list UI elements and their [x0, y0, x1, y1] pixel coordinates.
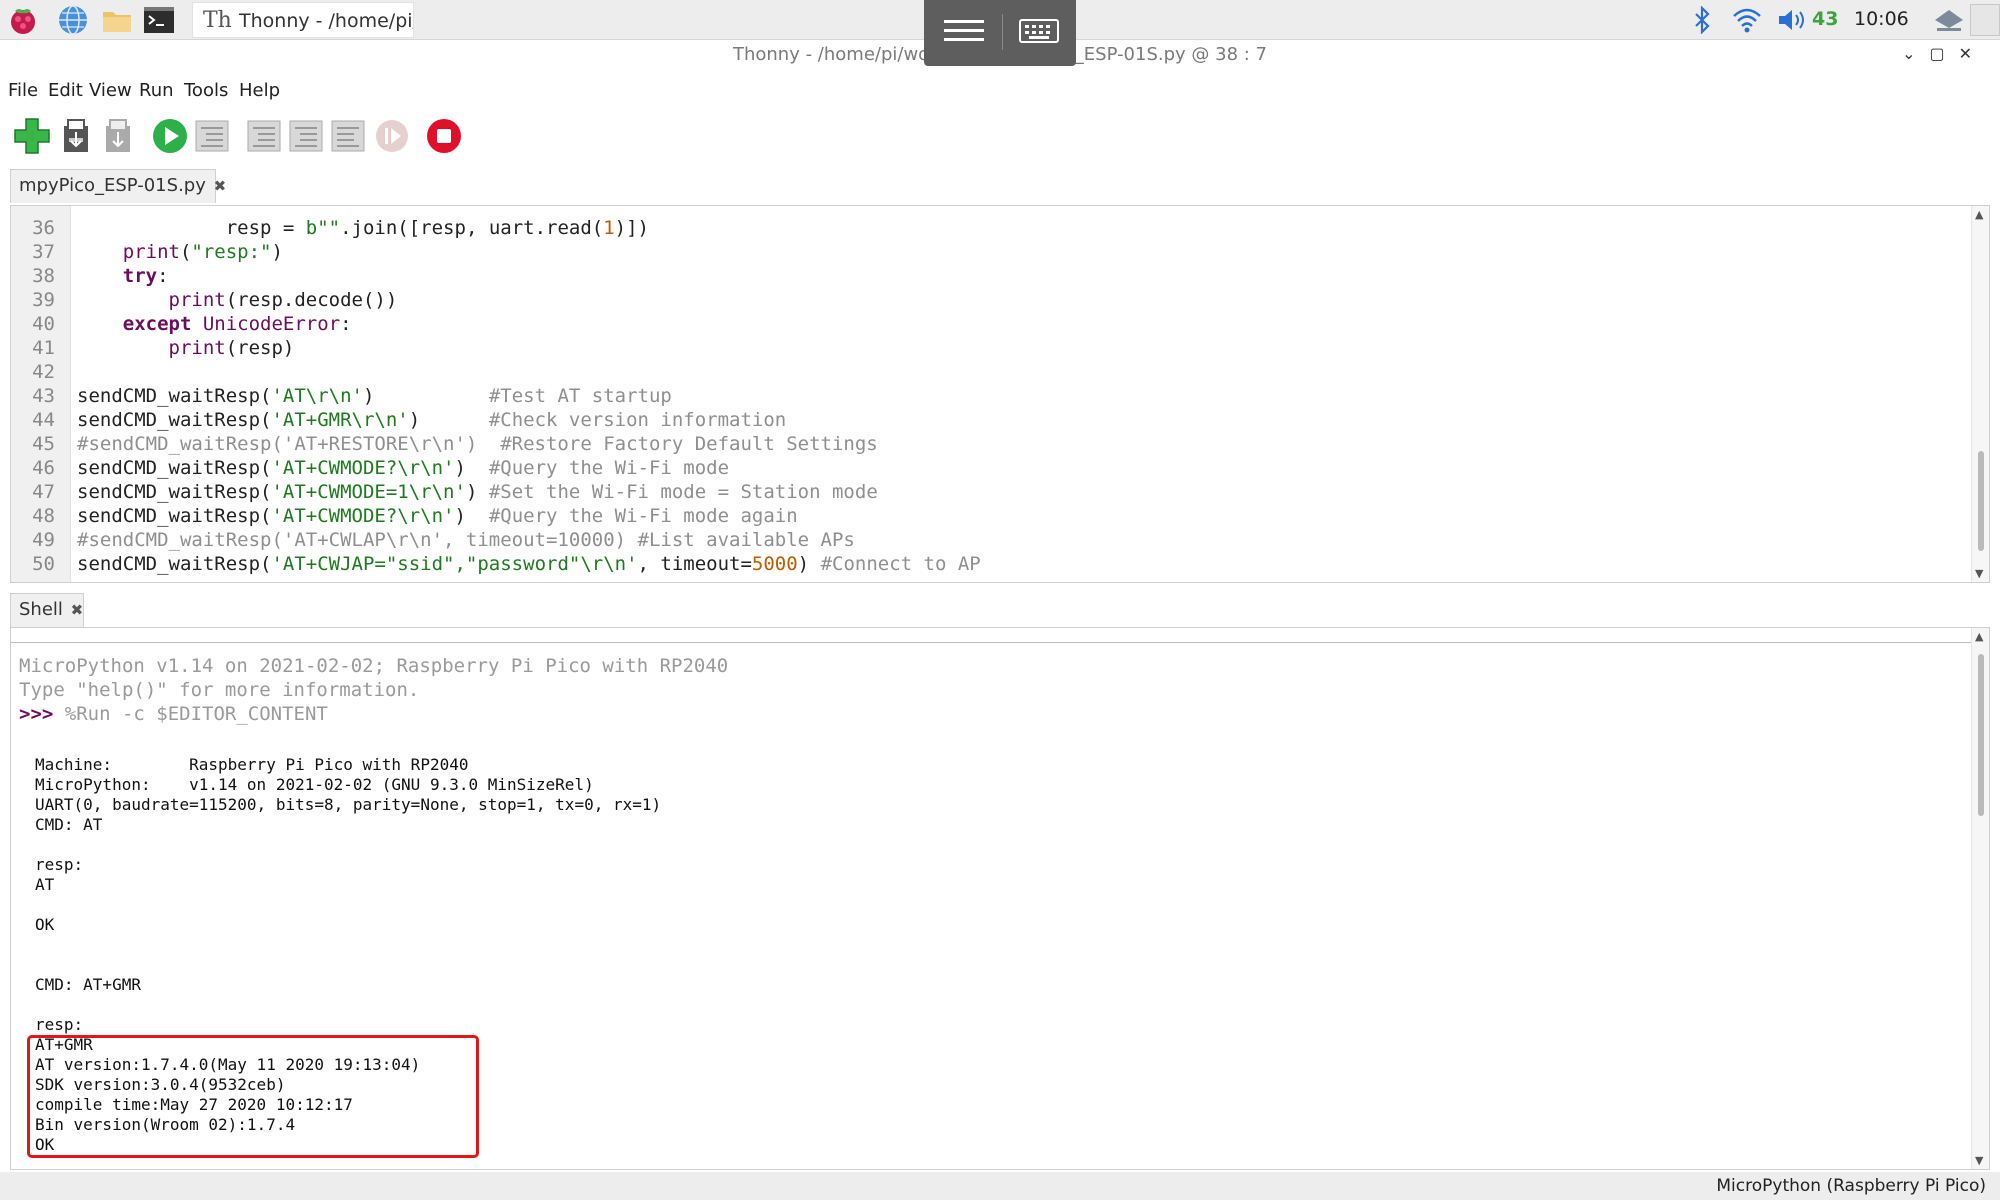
output-line: CMD: AT — [35, 815, 103, 834]
hamburger-menu-icon[interactable] — [942, 16, 986, 46]
code-line: 48 sendCMD_waitResp('AT+CWMODE?\r\n') #Qu… — [32, 505, 798, 527]
shell-prompt: >>> — [19, 703, 54, 725]
close-tab-icon[interactable]: ✖ — [214, 177, 227, 195]
code-line: 43 sendCMD_waitResp('AT\r\n') #Test AT st… — [32, 385, 672, 407]
menu-edit[interactable]: Edit — [48, 80, 83, 101]
code-editor[interactable]: 36 resp = b"".join([resp, uart.read(1)])… — [10, 205, 1990, 583]
new-file-icon[interactable] — [12, 116, 52, 156]
step-over-icon[interactable] — [244, 116, 284, 156]
code-line: 46 sendCMD_waitResp('AT+CWMODE?\r\n') #Qu… — [32, 457, 730, 479]
code-line: 36 resp = b"".join([resp, uart.read(1)]) — [32, 217, 649, 239]
tab-shell-label: Shell — [19, 599, 63, 620]
toolbar — [0, 112, 2000, 164]
volume-icon[interactable] — [1776, 6, 1808, 34]
scroll-up-icon[interactable]: ▲ — [1975, 630, 1983, 643]
raspberry-pi-menu-icon[interactable] — [6, 3, 40, 37]
code-line: 42 — [32, 361, 55, 383]
eject-icon[interactable] — [1932, 6, 1966, 34]
code-line: 50 sendCMD_waitResp('AT+CWJAP="ssid","pas… — [32, 553, 981, 575]
bluetooth-icon[interactable] — [1690, 6, 1714, 34]
output-line: CMD: AT+GMR — [35, 975, 141, 994]
step-out-icon[interactable] — [328, 116, 368, 156]
output-line: AT — [35, 875, 55, 894]
shell-command: %Run -c $EDITOR_CONTENT — [53, 703, 328, 725]
stop-icon[interactable] — [424, 116, 464, 156]
keyboard-icon[interactable] — [1018, 16, 1060, 46]
output-line: Machine: Raspberry Pi Pico with RP2040 — [35, 755, 469, 774]
interpreter-selector[interactable]: MicroPython (Raspberry Pi Pico) — [1716, 1176, 1986, 1196]
output-line: MicroPython: v1.14 on 2021-02-02 (GNU 9.… — [35, 775, 594, 794]
close-tab-icon[interactable]: ✖ — [71, 601, 84, 619]
scroll-thumb[interactable] — [1978, 451, 1984, 551]
code-line: 40 except UnicodeError: — [32, 313, 352, 335]
output-line: OK — [35, 915, 55, 934]
virtual-keyboard-toggle[interactable] — [924, 0, 1076, 66]
step-into-icon[interactable] — [286, 116, 326, 156]
system-tray: 43 10:06 — [1680, 0, 2000, 40]
terminal-icon[interactable] — [142, 3, 176, 37]
shell-banner-help: Type "help()" for more information. — [19, 679, 420, 701]
output-line: resp: — [35, 855, 84, 874]
output-line: resp: — [35, 1015, 84, 1034]
taskbar-window-label: Thonny - /home/pi/... — [239, 10, 413, 32]
web-browser-icon[interactable] — [56, 3, 90, 37]
scroll-up-icon[interactable]: ▲ — [1975, 208, 1983, 221]
save-file-icon[interactable] — [98, 116, 138, 156]
wifi-icon[interactable] — [1732, 6, 1762, 34]
cpu-monitor[interactable] — [1970, 4, 2000, 36]
thonny-logo-icon: Th — [203, 8, 232, 33]
output-line: UART(0, baudrate=115200, bits=8, parity=… — [35, 795, 662, 814]
code-line: 37 print("resp:") — [32, 241, 283, 263]
file-manager-icon[interactable] — [100, 3, 134, 37]
code-line: 45 #sendCMD_waitResp('AT+RESTORE\r\n') #R… — [32, 433, 878, 455]
window-controls[interactable]: ⌄▢✕ — [1902, 44, 1986, 63]
divider — [1002, 14, 1003, 50]
clock[interactable]: 10:06 — [1854, 8, 1909, 30]
shell-banner: MicroPython v1.14 on 2021-02-02; Raspber… — [19, 655, 729, 677]
menu-view[interactable]: View — [89, 80, 132, 101]
menu-bar: File Edit View Run Tools Help — [0, 74, 2000, 108]
code-line: 49 #sendCMD_waitResp('AT+CWLAP\r\n', time… — [32, 529, 855, 551]
menu-tools[interactable]: Tools — [184, 80, 228, 101]
code-line: 41 print(resp) — [32, 337, 295, 359]
tab-editor-file[interactable]: mpyPico_ESP-01S.py ✖ — [10, 169, 226, 203]
volume-level: 43 — [1812, 8, 1839, 30]
scroll-down-icon[interactable]: ▼ — [1975, 567, 1983, 580]
editor-scrollbar[interactable]: ▲ ▼ — [1971, 206, 1989, 582]
tab-shell[interactable]: Shell ✖ — [10, 593, 84, 627]
menu-file[interactable]: File — [8, 80, 38, 101]
shell-console[interactable]: MicroPython v1.14 on 2021-02-02; Raspber… — [10, 627, 1990, 1170]
run-icon[interactable] — [150, 116, 190, 156]
highlight-annotation-box — [27, 1035, 479, 1158]
debug-icon[interactable] — [192, 116, 232, 156]
tab-editor-label: mpyPico_ESP-01S.py — [19, 175, 206, 196]
scroll-down-icon[interactable]: ▼ — [1975, 1154, 1983, 1167]
resume-icon[interactable] — [372, 116, 412, 156]
scroll-thumb[interactable] — [1978, 654, 1984, 816]
shell-scrollbar[interactable]: ▲ ▼ — [1971, 628, 1989, 1169]
code-line: 47 sendCMD_waitResp('AT+CWMODE=1\r\n') #S… — [32, 481, 878, 503]
menu-help[interactable]: Help — [239, 80, 280, 101]
code-line: 38 try: — [32, 265, 169, 287]
taskbar-thonny-window[interactable]: Th Thonny - /home/pi/... — [192, 2, 414, 38]
status-bar: MicroPython (Raspberry Pi Pico) — [0, 1172, 2000, 1200]
code-line: 39 print(resp.decode()) — [32, 289, 398, 311]
shell-command-line: >>> %Run -c $EDITOR_CONTENT — [19, 702, 328, 726]
open-file-icon[interactable] — [56, 116, 96, 156]
divider — [11, 642, 1971, 643]
menu-run[interactable]: Run — [139, 80, 174, 101]
code-line: 44 sendCMD_waitResp('AT+GMR\r\n') #Check … — [32, 409, 787, 431]
